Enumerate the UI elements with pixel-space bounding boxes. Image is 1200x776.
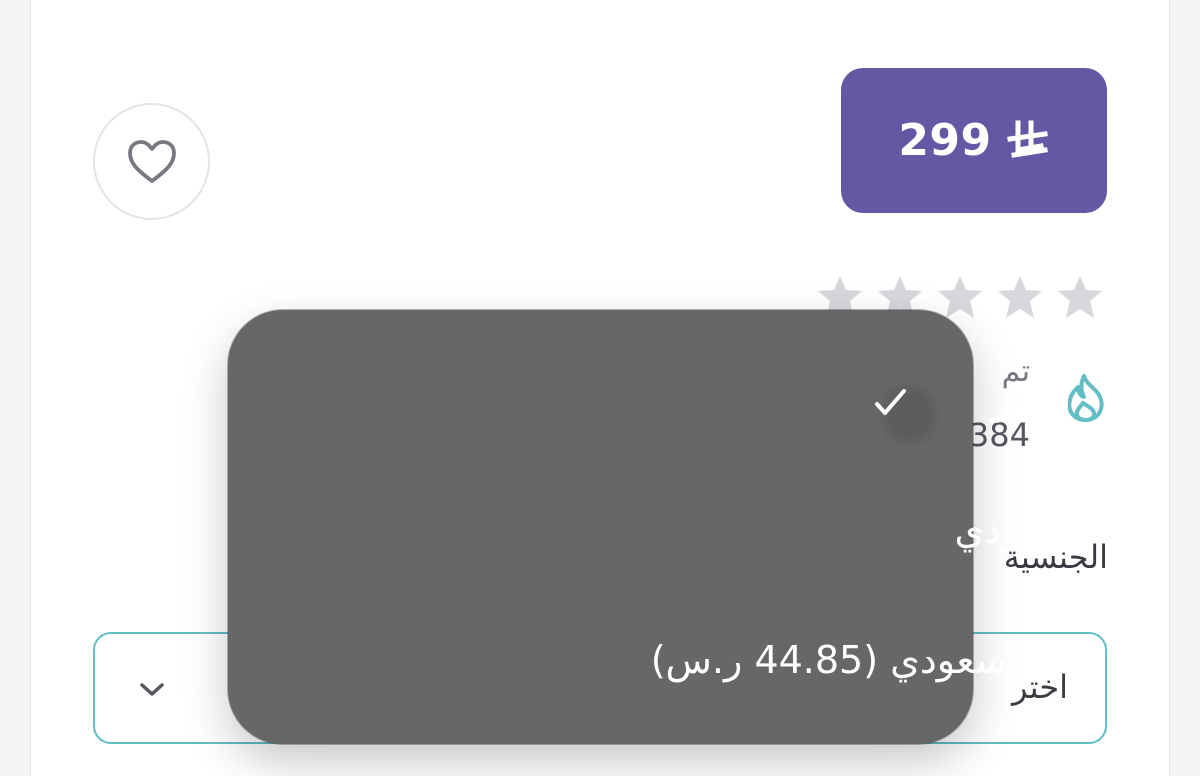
riyal-icon [1006,120,1048,158]
star-icon [998,276,1042,318]
price-button[interactable]: 299 [841,68,1107,213]
favorite-button[interactable] [93,103,210,220]
option-non-saudi[interactable]: غير سعودي (44.85 ر.س) [471,625,1071,695]
star-icon [1058,276,1102,318]
check-icon [875,389,906,415]
option-saudi[interactable]: سعودي [471,495,1071,565]
heart-icon [127,139,176,183]
option-choose[interactable]: اختر [471,366,1071,436]
price-value: 299 [898,115,992,166]
chevron-down-icon [140,683,164,696]
